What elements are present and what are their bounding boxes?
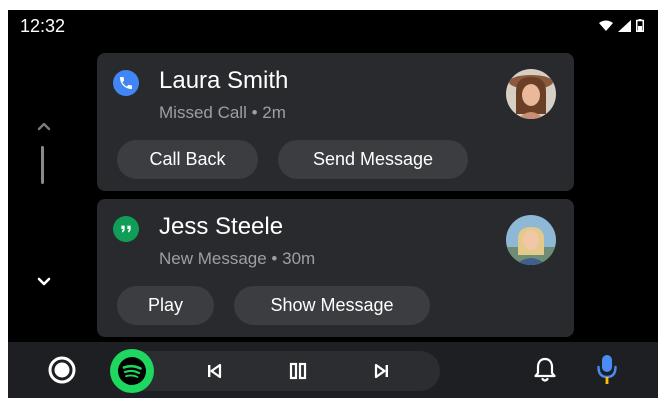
notification-card[interactable]: Laura Smith Missed Call • 2m Call Back S… <box>97 53 574 191</box>
home-icon <box>48 356 76 384</box>
wifi-icon <box>599 20 613 31</box>
send-message-button[interactable]: Send Message <box>278 140 468 179</box>
notification-detail: Missed Call • 2m <box>159 103 286 122</box>
media-controls <box>110 349 440 393</box>
avatar <box>506 69 556 119</box>
home-button[interactable] <box>46 354 78 386</box>
clock: 12:32 <box>20 16 66 36</box>
play-button[interactable]: Play <box>117 286 214 325</box>
scroll-indicator[interactable] <box>41 146 44 184</box>
phone-icon <box>113 70 139 96</box>
mic-icon[interactable] <box>596 354 618 386</box>
spotify-icon <box>118 357 146 385</box>
status-icons <box>599 19 644 32</box>
avatar <box>506 215 556 265</box>
nav-bar <box>8 342 658 398</box>
call-back-button[interactable]: Call Back <box>117 140 258 179</box>
spotify-button[interactable] <box>110 349 154 393</box>
notification-card[interactable]: Jess Steele New Message • 30m Play Show … <box>97 199 574 337</box>
notification-detail: New Message • 30m <box>159 249 316 268</box>
android-auto-screen: 12:32 Laura Smith Missed Call • 2m Call … <box>8 10 658 398</box>
cell-signal-icon <box>618 19 631 32</box>
contact-name: Jess Steele <box>159 213 284 240</box>
battery-icon <box>636 19 644 32</box>
skip-next-icon[interactable] <box>370 359 394 383</box>
pause-icon[interactable] <box>286 359 310 383</box>
chevron-down-icon[interactable] <box>32 270 56 294</box>
contact-name: Laura Smith <box>159 67 289 94</box>
chevron-up-icon[interactable] <box>32 114 56 138</box>
status-bar: 12:32 <box>8 10 658 42</box>
bell-icon[interactable] <box>532 356 558 384</box>
side-rail <box>8 42 86 342</box>
hangouts-icon <box>113 216 139 242</box>
skip-previous-icon[interactable] <box>202 359 226 383</box>
show-message-button[interactable]: Show Message <box>234 286 430 325</box>
